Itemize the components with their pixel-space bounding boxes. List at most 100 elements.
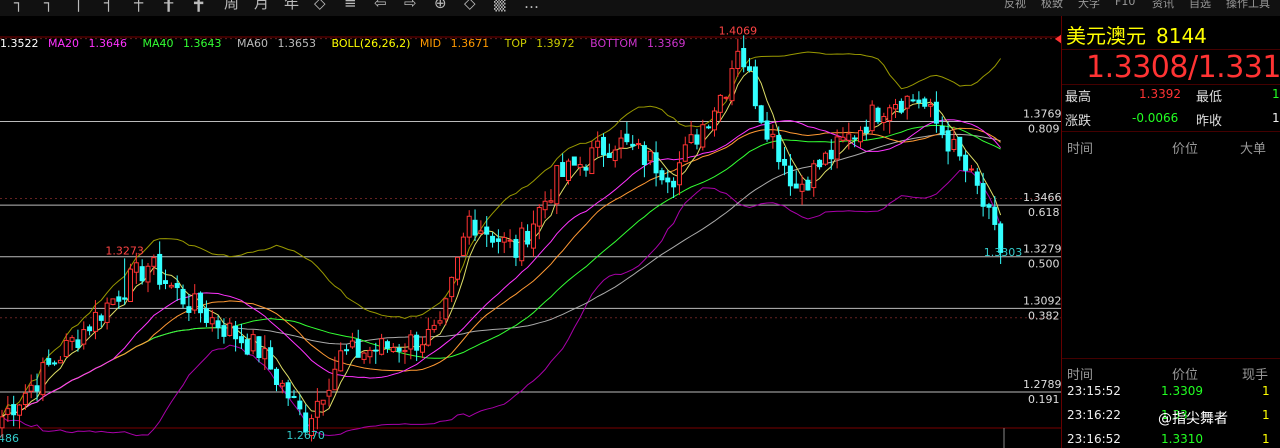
price-chart[interactable]: 486 1.3769 0.809 1.3466 0.618 1.3279 0.500 1.30… (0, 0, 1061, 448)
instrument-name: 美元澳元 (1066, 24, 1146, 48)
candle-body (928, 103, 934, 107)
ma40-value: 1.3643 (183, 37, 222, 50)
watermark: @指尖舞者 (1158, 411, 1228, 427)
candle-body (127, 268, 133, 303)
candle-body (332, 368, 338, 391)
candle-body (478, 230, 484, 234)
candle-body (449, 276, 455, 298)
candle-body (472, 219, 478, 236)
candle-body (92, 311, 98, 332)
toolbar-item[interactable]: 大字 (1078, 0, 1100, 11)
candle-body (250, 334, 256, 352)
candle-body (606, 152, 612, 158)
candle-body (425, 329, 431, 346)
candle-body (455, 256, 461, 280)
fib-ratio-label: 0.809 (1028, 122, 1060, 135)
candle-body (238, 336, 244, 344)
annotation-high-label: 1.4069 (719, 25, 758, 38)
candle-body (402, 349, 408, 353)
candle-body (69, 337, 75, 342)
candle-body (373, 349, 379, 352)
candle-body (525, 230, 531, 245)
candle-body (81, 329, 87, 345)
bottom-label: BOTTOM (590, 37, 638, 50)
candle-body (408, 334, 414, 350)
candle-body (758, 105, 764, 123)
change-label: 涨跌 (1065, 114, 1092, 129)
candle-body (776, 135, 782, 163)
candle-body (203, 308, 209, 323)
candle-body (285, 382, 291, 399)
candle-body (793, 183, 799, 189)
candle-body (910, 99, 916, 102)
candle-body (945, 130, 951, 152)
candle-body (863, 126, 869, 134)
candle-body (787, 165, 793, 187)
candle-body (151, 257, 157, 267)
candle-body (256, 336, 262, 358)
ma20-label: MA20 (48, 37, 80, 50)
candle-body (916, 99, 922, 103)
tick-hand: 1 (1262, 408, 1270, 422)
candle-body (75, 339, 81, 348)
candle-body (227, 322, 233, 336)
toolbar-item[interactable]: F10 (1115, 0, 1135, 8)
candle-body (209, 317, 215, 325)
fib-price-label: 1.3092 (1023, 294, 1061, 307)
divider (1062, 131, 1280, 132)
candle-body (507, 239, 513, 242)
candle-body (840, 136, 846, 141)
candle-body (548, 200, 554, 203)
candle-body (291, 396, 297, 399)
toolbar-item[interactable]: 自选 (1189, 0, 1211, 11)
candle-body (828, 149, 834, 160)
candle-body (770, 133, 776, 138)
candle-body (513, 238, 519, 258)
candle-body (968, 168, 974, 171)
candle-body (951, 138, 957, 151)
candle-body (852, 137, 858, 140)
hand-column-header: 现手 (1242, 368, 1269, 383)
candle-body (490, 235, 496, 243)
candle-body (192, 293, 198, 311)
tick-time: 23:16:22 (1067, 408, 1121, 422)
candle-body (0, 416, 5, 429)
candle-body (647, 150, 653, 162)
high-value: 1.3392 (1139, 87, 1181, 101)
candle-body (811, 163, 817, 189)
fib-ratio-label: 0.191 (1028, 393, 1060, 406)
candle-body (87, 326, 93, 332)
candle-body (980, 183, 986, 207)
toolbar-item[interactable]: 资讯 (1152, 0, 1174, 11)
candle-body (904, 95, 910, 109)
candle-body (630, 143, 636, 147)
candle-body (822, 152, 828, 165)
candle-body (437, 320, 443, 324)
low-value: 1 (1272, 87, 1280, 101)
high-label: 最高 (1065, 90, 1092, 105)
prev-close-label: 昨收 (1196, 114, 1223, 129)
candle-body (898, 100, 904, 113)
ma40-line (1, 124, 1001, 418)
annotation-high-label: 1.3273 (105, 244, 144, 257)
bottom-value: 1.3369 (647, 37, 686, 50)
candle-body (34, 385, 40, 392)
candle-body (104, 302, 110, 323)
indicator-bar: 1.3522 MA20 1.3646 MA40 1.3643 MA60 1.36… (0, 37, 698, 51)
candle-body (168, 284, 174, 288)
candle-body (22, 392, 28, 406)
candle-body (717, 94, 723, 113)
candle-body (752, 66, 758, 107)
candle-body (536, 207, 542, 227)
mid-label: MID (419, 37, 442, 50)
candle-body (711, 110, 717, 131)
candle-body (379, 338, 385, 355)
fib-price-label: 1.2789 (1023, 378, 1061, 391)
toolbar-item[interactable]: 操作工具 (1226, 0, 1270, 11)
ma20-value: 1.3646 (88, 37, 128, 50)
candle-body (893, 103, 899, 110)
candle-body (344, 349, 350, 352)
candle-body (875, 107, 881, 123)
candle-body (618, 137, 624, 149)
candle-body (419, 344, 425, 353)
